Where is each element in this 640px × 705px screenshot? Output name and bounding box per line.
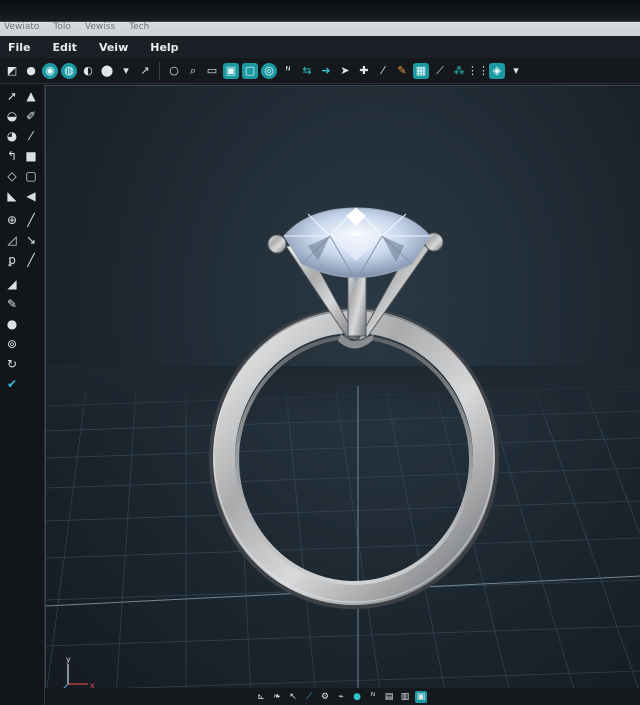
zoom-icon[interactable]: ⌕	[185, 63, 201, 79]
title-menu-item[interactable]: Tech	[129, 22, 149, 32]
cursor-icon[interactable]: ↖	[287, 691, 299, 703]
select-arrow-icon[interactable]: ➚	[4, 88, 20, 104]
menu-bar: File Edit Veiw Help	[0, 36, 640, 58]
light-icon[interactable]: ▦	[413, 62, 429, 79]
layers-icon[interactable]: ▥	[399, 691, 411, 703]
render-icon[interactable]: ⟋	[432, 63, 448, 79]
teal-orb-icon[interactable]: ●	[351, 691, 363, 703]
title-menu: Vewiato Tolo Vewiss Tech	[4, 22, 149, 32]
sphere-small-icon[interactable]: ●	[4, 316, 20, 332]
brush-icon[interactable]: ⟋	[303, 691, 315, 703]
chart-icon[interactable]: ▤	[383, 691, 395, 703]
settings-icon[interactable]: ◈	[489, 62, 505, 79]
settings-dropdown-icon[interactable]: ▾	[508, 63, 524, 79]
arrow-icon[interactable]: ↗	[137, 63, 153, 79]
brush-tool-icon[interactable]: ╱	[23, 212, 39, 228]
circle-select-icon[interactable]: ○	[166, 63, 182, 79]
pen-small-icon[interactable]: ✎	[4, 296, 20, 312]
teal-sphere-icon[interactable]: ◍	[61, 62, 77, 79]
camera-icon[interactable]: ⌁	[335, 691, 347, 703]
gem-icon[interactable]: ⬤	[99, 63, 115, 79]
sphere-icon[interactable]: ●	[23, 63, 39, 79]
curve-icon[interactable]: ↰	[4, 148, 20, 164]
teal-active-icon[interactable]: ▣	[415, 690, 427, 703]
text-icon[interactable]: ᴺ	[367, 691, 379, 703]
plus-icon[interactable]: ✚	[356, 63, 372, 79]
menu-view[interactable]: Veiw	[99, 41, 128, 54]
window-title-bar: Vewiato Tolo Vewiss Tech	[0, 0, 640, 36]
3d-viewport[interactable]: y x	[45, 85, 640, 697]
teal-globe-icon[interactable]: ◉	[42, 62, 58, 79]
grid-icon[interactable]: ⋮⋮	[467, 63, 489, 79]
pen-tool-icon[interactable]: ╱	[23, 252, 39, 268]
main-toolbar: ◩ ● ◉ ◍ ◐ ⬤ ▾ ↗ ○ ⌕ ▭ ▣ ▢ ◎ ᴺ ⇆ ➜ ➤ ✚ ⁄ …	[0, 58, 640, 84]
knife-icon[interactable]: ⁄	[23, 128, 39, 144]
frame-tool-icon[interactable]: ▢	[23, 168, 39, 184]
brush-icon[interactable]: ⁄	[375, 63, 391, 79]
pipette-icon[interactable]: ↘	[23, 232, 39, 248]
back-arrow-icon[interactable]: ◀	[23, 188, 39, 204]
frame-icon[interactable]: ▭	[204, 63, 220, 79]
triangle-tool-icon[interactable]: ◿	[4, 232, 20, 248]
axis-gizmo: y x	[61, 655, 95, 691]
modeling-app-window: Vewiato Tolo Vewiss Tech File Edit Veiw …	[0, 0, 640, 705]
horizon-fade	[46, 366, 640, 426]
cube-icon[interactable]: ◩	[4, 63, 20, 79]
title-menu-item[interactable]: Tolo	[53, 22, 70, 32]
rotate-icon[interactable]: ◕	[4, 128, 20, 144]
text-icon[interactable]: ᴺ	[280, 63, 296, 79]
gear-icon[interactable]: ⚙	[319, 691, 331, 703]
teal-square-2-icon[interactable]: ▢	[242, 62, 258, 79]
sparkle-icon[interactable]: ⁂	[451, 63, 467, 79]
check-icon[interactable]: ✔	[4, 376, 20, 392]
toolbar-separator	[159, 61, 160, 80]
eye-icon[interactable]: ⊚	[4, 336, 20, 352]
camera-icon[interactable]: ◎	[261, 62, 277, 79]
leaf-icon[interactable]: ❧	[271, 691, 283, 703]
eraser-icon[interactable]: ◢	[4, 276, 20, 292]
move-right-icon[interactable]: ➜	[318, 63, 334, 79]
axis-label-y: y	[66, 655, 71, 664]
lasso-icon[interactable]: ▲	[23, 88, 39, 104]
arrow-right-icon[interactable]: ➤	[337, 63, 353, 79]
paint-icon[interactable]: ꝑ	[4, 252, 20, 268]
menu-edit[interactable]: Edit	[53, 41, 77, 54]
ruler-icon[interactable]: ⊾	[255, 691, 267, 703]
circle-tool-icon[interactable]: ⊕	[4, 212, 20, 228]
move-left-icon[interactable]: ⇆	[299, 63, 315, 79]
menu-file[interactable]: File	[8, 41, 31, 54]
teal-square-icon[interactable]: ▣	[223, 62, 239, 79]
sphere-tool-icon[interactable]: ◒	[4, 108, 20, 124]
floor-grid	[45, 385, 640, 697]
viewport-scene: y x	[45, 207, 640, 697]
dropdown-icon[interactable]: ▾	[118, 63, 134, 79]
pen-icon[interactable]: ✎	[394, 63, 410, 79]
title-menu-item[interactable]: Vewiato	[4, 22, 39, 32]
bottom-toolbar: ⊾ ❧ ↖ ⟋ ⚙ ⌁ ● ᴺ ▤ ▥ ▣	[45, 688, 640, 705]
menu-help[interactable]: Help	[150, 41, 178, 54]
square-tool-icon[interactable]: ■	[23, 148, 39, 164]
shield-icon[interactable]: ◇	[4, 168, 20, 184]
folder-tool-icon[interactable]: ◣	[4, 188, 20, 204]
refresh-icon[interactable]: ↻	[4, 356, 20, 372]
sphere-gray-icon[interactable]: ◐	[80, 63, 96, 79]
title-menu-item[interactable]: Vewiss	[85, 22, 115, 32]
left-tool-panel: ➚ ▲ ◒ ✐ ◕ ⁄ ↰ ■ ◇ ▢ ◣ ◀ ⊕ ╱ ◿ ↘ ꝑ ╱ ◢ ✎ …	[0, 84, 45, 705]
pencil-icon[interactable]: ✐	[23, 108, 39, 124]
